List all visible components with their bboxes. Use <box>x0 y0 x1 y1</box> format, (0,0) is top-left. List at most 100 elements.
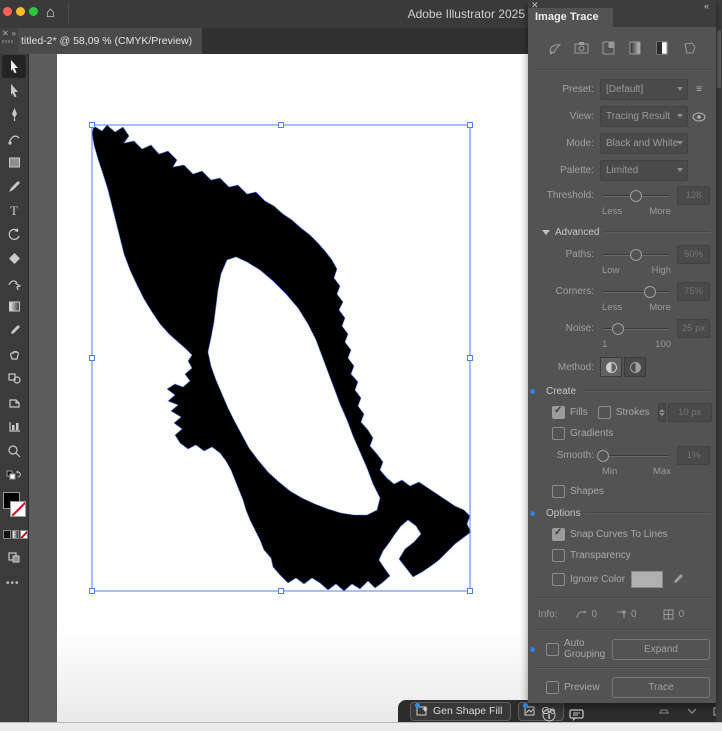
color-mode-gradient[interactable] <box>11 530 20 539</box>
home-icon[interactable]: ⌂ <box>46 4 55 22</box>
ignore-color-swatch[interactable] <box>631 570 664 588</box>
curvature-tool[interactable] <box>2 127 26 150</box>
trace-button[interactable]: Trace <box>612 676 710 698</box>
preset-auto-color-icon[interactable] <box>546 40 563 55</box>
transparency-checkbox[interactable] <box>552 549 565 562</box>
threshold-slider[interactable] <box>602 189 669 202</box>
stroke-swatch-none[interactable] <box>10 501 26 517</box>
rotate-tool[interactable] <box>2 223 26 246</box>
stroke-width-stepper[interactable] <box>657 403 666 422</box>
method-abutting-button[interactable] <box>600 357 622 377</box>
preset-grayscale-icon[interactable] <box>627 40 644 55</box>
auto-grouping-checkbox[interactable] <box>546 642 559 656</box>
rectangle-tool[interactable] <box>2 151 26 174</box>
smooth-max-label: Max <box>653 466 671 477</box>
close-tools-icon[interactable]: ✕ <box>2 29 9 38</box>
advanced-section-header[interactable]: Advanced <box>528 221 716 243</box>
pen-tool[interactable] <box>2 103 26 126</box>
color-mode-color[interactable] <box>3 530 11 539</box>
eyedropper-icon[interactable] <box>671 573 684 586</box>
expand-button[interactable]: Expand <box>612 638 710 660</box>
eyedropper-tool[interactable] <box>2 319 26 342</box>
selection-handle[interactable] <box>467 588 473 594</box>
palette-dropdown[interactable]: Limited <box>600 160 688 181</box>
color-mode-none[interactable] <box>20 530 29 539</box>
collapse-tools-icon[interactable]: » <box>12 29 16 38</box>
minimize-window-button[interactable] <box>16 7 25 16</box>
stroke-width-value[interactable]: 10 px <box>667 403 712 422</box>
preset-black-white-icon[interactable] <box>654 40 671 55</box>
collapse-panels-icon[interactable]: « <box>704 1 709 11</box>
corners-knob[interactable] <box>644 285 657 298</box>
close-window-button[interactable] <box>3 7 12 16</box>
more-tools-icon[interactable]: ••• <box>6 578 28 589</box>
paintbrush-tool[interactable] <box>2 175 26 198</box>
selection-handle[interactable] <box>278 588 284 594</box>
type-tool[interactable]: T <box>2 199 26 222</box>
selection-handle[interactable] <box>467 355 473 361</box>
selection-handle[interactable] <box>278 122 284 128</box>
draw-normal-mode[interactable] <box>2 545 26 568</box>
shapes-checkbox[interactable] <box>552 485 565 498</box>
smooth-value[interactable]: 1% <box>677 445 710 465</box>
zoom-window-button[interactable] <box>29 7 38 16</box>
fills-checkbox[interactable] <box>552 405 565 419</box>
view-dropdown[interactable]: Tracing Result <box>600 106 688 127</box>
noise-knob[interactable] <box>612 322 625 335</box>
tools-drag-grip[interactable] <box>2 40 14 43</box>
smooth-slider[interactable] <box>597 449 669 462</box>
document-tab[interactable]: titled-2* @ 58,09 % (CMYK/Preview) <box>18 28 203 54</box>
gradient-tool[interactable] <box>2 295 26 318</box>
paths-value[interactable]: 50% <box>677 244 710 264</box>
fill-stroke-swatches[interactable] <box>1 492 27 526</box>
zoom-tool[interactable] <box>2 439 26 462</box>
canvas-area[interactable] <box>28 54 528 730</box>
preset-dropdown[interactable]: [Default] <box>600 79 688 100</box>
gradients-checkbox[interactable] <box>552 427 565 440</box>
strokes-checkbox[interactable] <box>597 406 611 419</box>
noise-value[interactable]: 25 px <box>677 318 710 338</box>
info-icon[interactable] <box>542 708 556 722</box>
graph-tool[interactable] <box>2 415 26 438</box>
eraser-tool[interactable] <box>2 247 26 270</box>
symbols-tool[interactable] <box>2 367 26 390</box>
threshold-knob[interactable] <box>629 189 642 202</box>
view-eye-icon[interactable] <box>688 112 710 122</box>
preset-outline-icon[interactable] <box>681 40 698 55</box>
dock-scrollbar-thumb[interactable] <box>717 30 721 88</box>
preset-menu-icon[interactable]: ≡ <box>688 84 710 95</box>
swap-fill-stroke-icon[interactable] <box>2 463 26 486</box>
mode-dropdown[interactable]: Black and White <box>600 133 688 154</box>
panel-tab-image-trace[interactable]: Image Trace <box>528 8 613 27</box>
noise-slider[interactable] <box>602 322 669 335</box>
selection-handle[interactable] <box>89 355 95 361</box>
selection-handle[interactable] <box>89 588 95 594</box>
shaper-tool[interactable] <box>2 271 26 294</box>
direct-selection-tool[interactable] <box>2 79 26 102</box>
selection-tool[interactable] <box>2 55 26 78</box>
selection-handle[interactable] <box>89 122 95 128</box>
paths-count: 0 <box>591 608 598 620</box>
hand-tool[interactable] <box>2 343 26 366</box>
preset-low-color-icon[interactable] <box>600 40 617 55</box>
disclosure-triangle-icon[interactable] <box>542 229 550 235</box>
transparency-row: Transparency <box>528 545 716 566</box>
info-row: Info: 0 0 0 <box>528 604 716 624</box>
selection-handle[interactable] <box>467 122 473 128</box>
ignore-color-checkbox[interactable] <box>552 572 565 586</box>
preview-checkbox[interactable] <box>546 680 559 694</box>
smooth-knob[interactable] <box>597 449 610 462</box>
threshold-value[interactable]: 128 <box>677 185 710 205</box>
paths-knob[interactable] <box>629 248 642 261</box>
preset-high-color-icon[interactable] <box>573 40 590 55</box>
view-value: Tracing Result <box>606 111 671 122</box>
corners-slider[interactable] <box>602 285 669 298</box>
paths-slider[interactable] <box>602 248 669 261</box>
method-overlapping-button[interactable] <box>624 357 646 377</box>
artboard-tool[interactable] <box>2 391 26 414</box>
corners-value[interactable]: 75% <box>677 281 710 301</box>
feedback-icon[interactable] <box>569 708 584 722</box>
snap-curves-checkbox[interactable] <box>552 527 565 541</box>
gen-shape-fill-button[interactable]: Gen Shape Fill <box>410 701 512 721</box>
traced-shape[interactable] <box>91 124 472 592</box>
